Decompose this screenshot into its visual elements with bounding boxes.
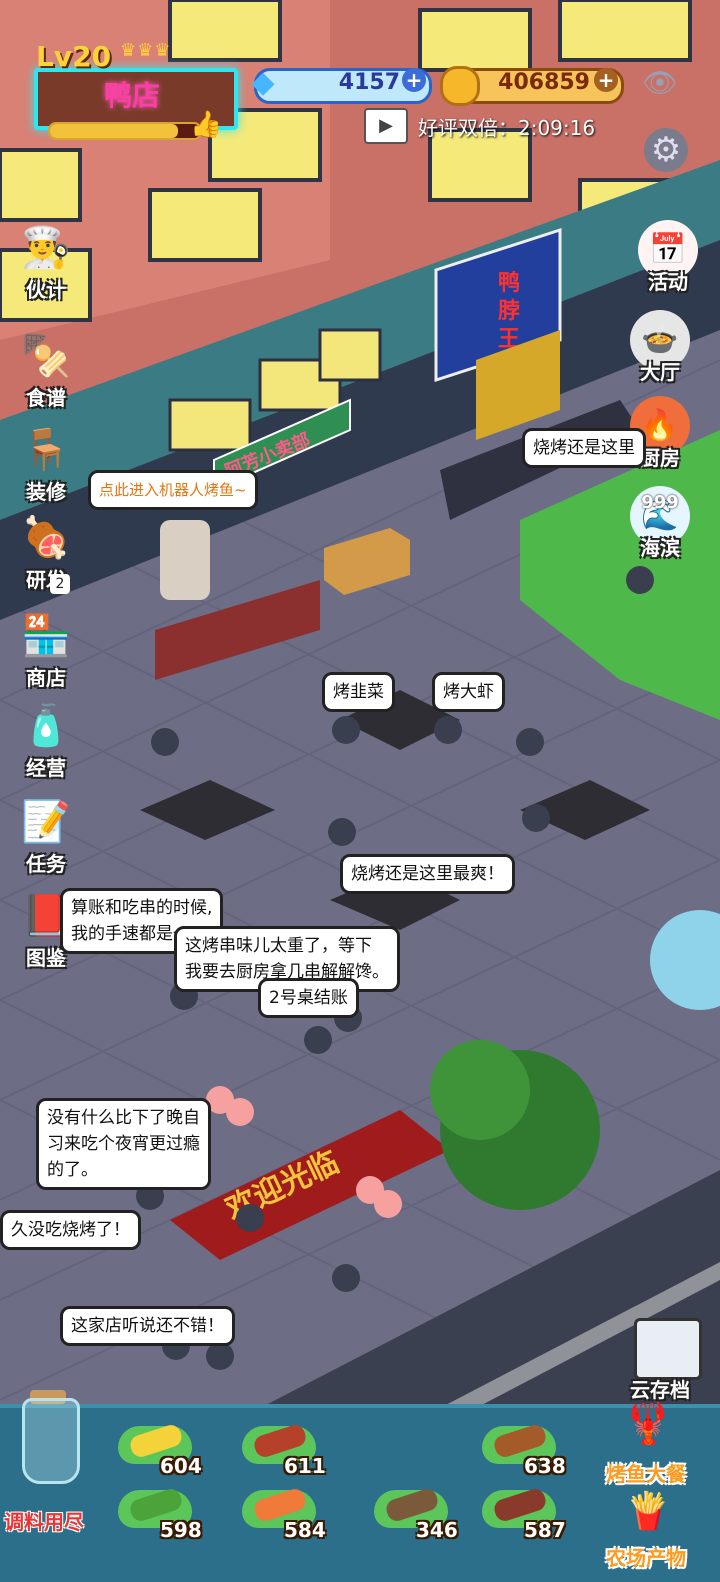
dish-bacon[interactable]: 611 bbox=[236, 1418, 346, 1478]
speech-bubble: 烧烤还是这里 bbox=[522, 428, 646, 468]
cloud-save-icon[interactable] bbox=[634, 1318, 702, 1380]
dish-squid[interactable]: 587 bbox=[476, 1482, 586, 1542]
menu-calendar[interactable]: 📅 活动 bbox=[628, 220, 708, 295]
menu-label: 大厅 bbox=[640, 360, 680, 384]
gem-value: 4157 bbox=[338, 70, 400, 95]
speech-bubble: 2号桌结账 bbox=[258, 978, 359, 1018]
chef-icon: 👨‍🍳 bbox=[21, 225, 71, 271]
svg-text:鸭: 鸭 bbox=[498, 270, 520, 296]
dish-fish[interactable]: 346 bbox=[368, 1482, 478, 1542]
speech-bubble: 烧烤还是这里最爽！ bbox=[340, 854, 515, 894]
crown-icons: ♛♛♛ bbox=[120, 40, 172, 61]
farm-produce-label[interactable]: 农场产物 bbox=[606, 1542, 686, 1571]
bottle-icon: 🧴 bbox=[21, 703, 71, 749]
menu-bottle[interactable]: 🧴 经营 bbox=[4, 700, 88, 781]
shop-icon: 🏪 bbox=[21, 613, 71, 659]
svg-text:脖: 脖 bbox=[498, 298, 520, 324]
menu-meatball[interactable]: 🍖 研发 2 bbox=[4, 512, 88, 594]
menu-label: 研发 bbox=[26, 568, 66, 592]
cloud-save-label[interactable]: 云存档 bbox=[630, 1374, 690, 1403]
level-progress-fill bbox=[50, 124, 178, 138]
table-icon: 🪑 bbox=[21, 427, 71, 473]
dish-count: 638 bbox=[524, 1454, 566, 1478]
menu-shop[interactable]: 🏪 商店 bbox=[4, 610, 88, 691]
fish-feast-icon[interactable]: 🦞 bbox=[618, 1400, 678, 1456]
menu-label: 商店 bbox=[26, 666, 66, 690]
speech-bubble: 这家店听说还不错！ bbox=[60, 1306, 235, 1346]
skewer-plate-icon: 🍢 bbox=[21, 333, 71, 379]
dish-count: 346 bbox=[416, 1518, 458, 1542]
level-label: Lv20 bbox=[36, 40, 112, 73]
dish-count: 584 bbox=[284, 1518, 326, 1542]
menu-label: 装修 bbox=[26, 480, 66, 504]
level-progress-bar bbox=[48, 122, 202, 140]
seasoning-empty-label[interactable]: 调料用尽 bbox=[4, 1506, 84, 1535]
settings-gear-icon[interactable]: ⚙ bbox=[644, 128, 688, 172]
add-gems-button[interactable]: + bbox=[402, 68, 426, 92]
dish-chives[interactable]: 598 bbox=[112, 1482, 222, 1542]
coin-value: 406859 bbox=[498, 70, 590, 95]
menu-label: 活动 bbox=[648, 270, 688, 294]
menu-label: 伙计 bbox=[26, 278, 66, 302]
dish-count: 587 bbox=[524, 1518, 566, 1542]
dish-count: 611 bbox=[284, 1454, 326, 1478]
thumbs-up-icon: 👍 bbox=[190, 110, 223, 140]
video-ad-icon[interactable]: ▶ bbox=[364, 108, 408, 144]
speech-bubble: 烤韭菜 bbox=[322, 672, 395, 712]
dish-count: 598 bbox=[160, 1518, 202, 1542]
menu-label: 经营 bbox=[26, 756, 66, 780]
menu-chef[interactable]: 👨‍🍳 伙计 bbox=[4, 222, 88, 303]
dish-skewer[interactable]: 638 bbox=[476, 1418, 586, 1478]
menu-skewer-plate[interactable]: 🍢 食谱 bbox=[4, 330, 88, 411]
speech-bubble: 没有什么比下了晚自 习来吃个夜宵更过瘾 的了。 bbox=[36, 1098, 211, 1190]
dish-count: 604 bbox=[160, 1454, 202, 1478]
speech-bubble: 久没吃烧烤了！ bbox=[0, 1210, 141, 1250]
diamond-icon: ◆ bbox=[251, 65, 275, 100]
meatball-icon: 🍖 bbox=[21, 515, 71, 561]
menu-table[interactable]: 🪑 装修 bbox=[4, 424, 88, 505]
dish-shrimp[interactable]: 584 bbox=[236, 1482, 346, 1542]
speech-bubble[interactable]: 点此进入机器人烤鱼~ bbox=[88, 470, 258, 510]
speech-bubble: 烤大虾 bbox=[432, 672, 505, 712]
farm-produce-icon[interactable]: 🍟 bbox=[618, 1490, 678, 1540]
beach-counter: 999 bbox=[641, 492, 679, 513]
fish-feast-label[interactable]: 烤鱼大餐 bbox=[606, 1458, 686, 1487]
shop-name: 鸭店 bbox=[103, 79, 160, 112]
notepad-icon: 📝 bbox=[21, 799, 71, 845]
coin-icon bbox=[440, 66, 480, 106]
menu-hall[interactable]: 🍲 大厅 bbox=[620, 310, 700, 385]
dish-corn[interactable]: 604 bbox=[112, 1418, 222, 1478]
menu-label: 任务 bbox=[26, 852, 66, 876]
menu-label: 食谱 bbox=[26, 386, 66, 410]
menu-beach[interactable]: 🌊 999 海滨 bbox=[620, 486, 700, 561]
menu-notepad[interactable]: 📝 任务 bbox=[4, 796, 88, 877]
notification-badge: 2 bbox=[50, 574, 70, 594]
eye-icon[interactable]: 👁 bbox=[640, 66, 680, 99]
menu-label: 海滨 bbox=[640, 536, 680, 560]
double-rating-timer: 好评双倍：2:09:16 bbox=[418, 116, 596, 140]
seasoning-jar-icon[interactable] bbox=[22, 1398, 80, 1484]
add-coins-button[interactable]: + bbox=[594, 68, 618, 92]
